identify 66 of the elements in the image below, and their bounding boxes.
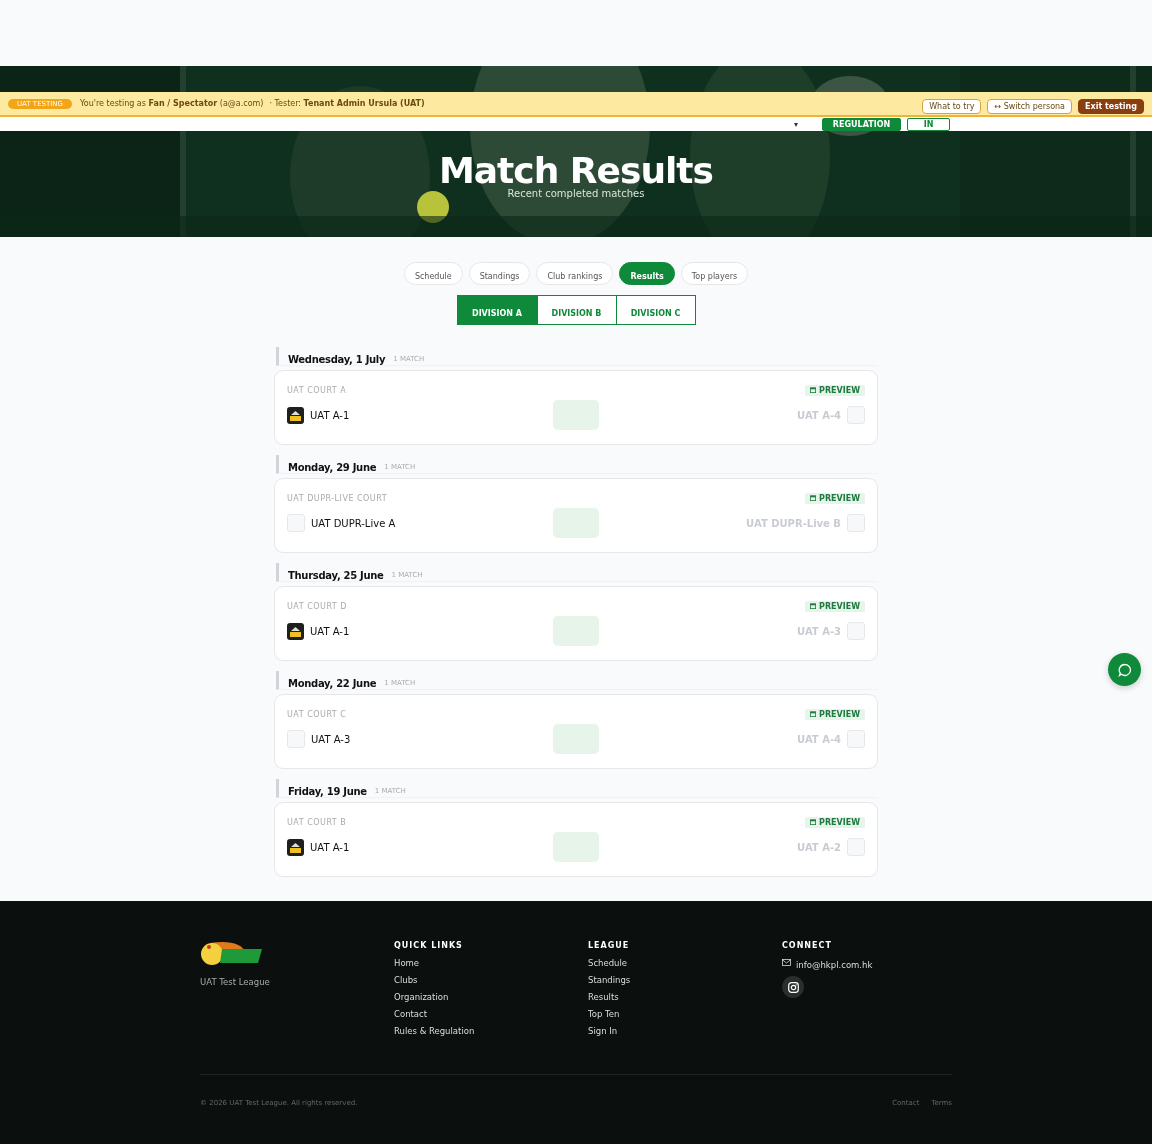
court-label: UAT COURT B [287, 817, 347, 827]
preview-label: PREVIEW [819, 709, 860, 719]
footer-link[interactable]: Sign In [588, 1026, 618, 1036]
team-name: UAT A-1 [310, 409, 350, 421]
nav-tab[interactable]: Standings [468, 262, 531, 285]
tester-text: · Tester: Tenant Admin Ursula (UAT) [269, 99, 425, 108]
team-name: UAT A-1 [310, 625, 350, 637]
court-label: UAT DUPR-LIVE COURT [287, 493, 388, 503]
chat-button[interactable] [1108, 653, 1141, 686]
footer-link[interactable]: Results [588, 992, 619, 1002]
footer-link[interactable]: Top Ten [588, 1009, 620, 1019]
court-label: UAT COURT A [287, 385, 347, 395]
nav-tab[interactable]: Top players [680, 262, 749, 285]
page-subtitle: Recent completed matches [507, 188, 645, 199]
nav-button[interactable]: REGULATION [822, 117, 901, 131]
score-box [553, 724, 599, 754]
footer-link[interactable]: Organization [394, 992, 449, 1002]
team-name: UAT A-1 [310, 841, 350, 853]
calendar-icon [810, 711, 817, 717]
footer-heading: CONNECT [782, 941, 833, 950]
nav-tab[interactable]: Schedule [403, 262, 463, 285]
calendar-icon [810, 495, 817, 501]
footer-link[interactable]: Clubs [394, 975, 418, 985]
footer-link[interactable]: Schedule [588, 958, 628, 968]
instagram-icon[interactable] [782, 976, 804, 998]
banner-button[interactable]: Exit testing [1078, 99, 1144, 114]
email-link[interactable]: info@hkpl.com.hk [796, 960, 873, 970]
date-heading: Wednesday, 1 July [288, 354, 386, 365]
footer-link[interactable]: Rules & Regulation [394, 1026, 475, 1036]
calendar-icon [810, 387, 817, 393]
division-tab[interactable]: DIVISION A [457, 296, 537, 324]
date-heading: Thursday, 25 June [288, 570, 384, 581]
date-heading: Monday, 29 June [288, 462, 377, 473]
banner-button[interactable]: ↔ Switch persona [987, 99, 1072, 114]
division-tab[interactable]: DIVISION B [536, 296, 616, 324]
nav-button[interactable]: IN [907, 117, 950, 131]
score-box [553, 616, 599, 646]
footer-heading: LEAGUE [588, 941, 631, 950]
footer-link[interactable]: Contact [394, 1009, 428, 1019]
persona-text: You're testing as Fan / Spectator (a@a.com) [80, 99, 264, 108]
chat-icon [1117, 662, 1132, 677]
score-box [553, 508, 599, 538]
preview-label: PREVIEW [819, 493, 860, 503]
footer-link[interactable]: Home [394, 958, 420, 968]
team-name: UAT DUPR-Live A [311, 517, 396, 529]
footer-link[interactable]: Standings [588, 975, 631, 985]
team-name: UAT A-3 [311, 733, 351, 745]
caret-icon[interactable]: ▾ [794, 119, 798, 129]
nav-tab[interactable]: Results [619, 262, 675, 285]
league-name: UAT Test League [200, 977, 270, 987]
date-heading: Friday, 19 June [288, 786, 367, 797]
nav-tab[interactable]: Club rankings [536, 262, 614, 285]
preview-label: PREVIEW [819, 817, 860, 827]
preview-label: PREVIEW [819, 385, 860, 395]
calendar-icon [810, 819, 817, 825]
score-box [553, 400, 599, 430]
date-heading: Monday, 22 June [288, 678, 377, 689]
preview-label: PREVIEW [819, 601, 860, 611]
division-tab[interactable]: DIVISION C [615, 296, 695, 324]
court-label: UAT COURT C [287, 709, 347, 719]
score-box [553, 832, 599, 862]
calendar-icon [810, 603, 817, 609]
court-label: UAT COURT D [287, 601, 347, 611]
mail-icon [782, 958, 791, 968]
banner-button[interactable]: What to try [922, 99, 982, 114]
footer-heading: QUICK LINKS [394, 941, 464, 950]
